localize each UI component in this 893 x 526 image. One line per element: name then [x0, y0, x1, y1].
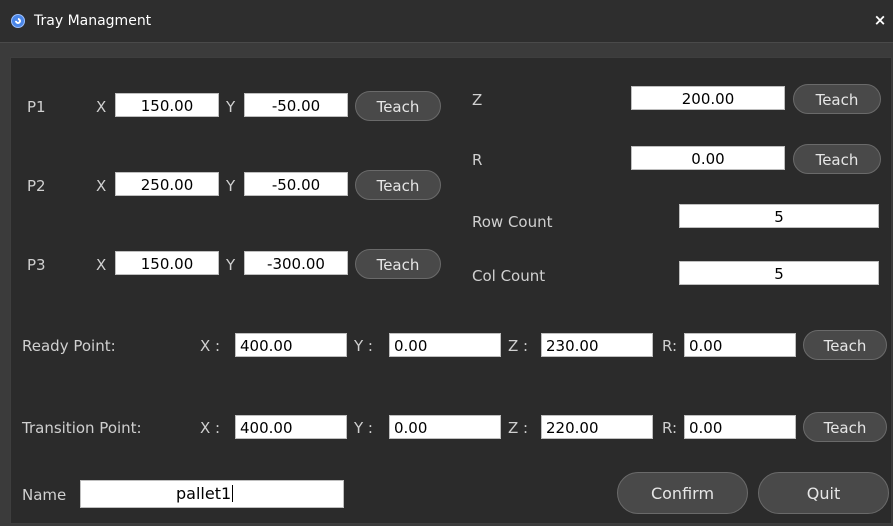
p3-label: P3	[27, 256, 46, 274]
ready-x-label: X :	[200, 337, 221, 355]
col-count-field[interactable]: 5	[679, 261, 879, 285]
p1-teach-button[interactable]: Teach	[355, 91, 441, 121]
z-teach-button[interactable]: Teach	[793, 84, 881, 114]
tray-management-window: Tray Managment × P1 X 150.00 Y -50.00 Te…	[0, 0, 893, 526]
p3-y-field[interactable]: -300.00	[244, 251, 348, 275]
ready-point-label: Ready Point:	[22, 337, 116, 355]
p3-x-field[interactable]: 150.00	[115, 251, 219, 275]
ready-r-field[interactable]: 0.00	[684, 333, 796, 357]
ready-r-label: R:	[662, 337, 678, 355]
ready-point-teach-button[interactable]: Teach	[803, 330, 887, 360]
window-title: Tray Managment	[34, 13, 152, 29]
title-bar[interactable]: Tray Managment ×	[0, 0, 893, 43]
z-label: Z	[472, 91, 483, 109]
transition-z-field[interactable]: 220.00	[541, 415, 653, 439]
p2-x-field[interactable]: 250.00	[115, 172, 219, 196]
transition-y-label: Y :	[354, 419, 373, 437]
name-value: pallet1	[176, 484, 232, 503]
p3-y-label: Y	[226, 256, 236, 274]
p1-x-label: X	[96, 98, 107, 116]
p2-y-label: Y	[226, 177, 236, 195]
ready-z-field[interactable]: 230.00	[541, 333, 653, 357]
p3-x-label: X	[96, 256, 107, 274]
p1-y-label: Y	[226, 98, 236, 116]
ready-y-label: Y :	[354, 337, 373, 355]
transition-x-field[interactable]: 400.00	[235, 415, 347, 439]
row-count-label: Row Count	[472, 213, 553, 231]
p2-teach-button[interactable]: Teach	[355, 170, 441, 200]
p2-y-field[interactable]: -50.00	[244, 172, 348, 196]
z-field[interactable]: 200.00	[631, 86, 785, 110]
p1-label: P1	[27, 98, 46, 116]
app-logo-icon	[11, 14, 25, 28]
quit-button[interactable]: Quit	[758, 472, 889, 514]
row-count-field[interactable]: 5	[679, 204, 879, 228]
name-input[interactable]: pallet1	[80, 480, 344, 508]
p1-y-field[interactable]: -50.00	[244, 93, 348, 117]
name-label: Name	[22, 486, 67, 504]
col-count-label: Col Count	[472, 267, 546, 285]
confirm-button[interactable]: Confirm	[617, 472, 748, 514]
transition-point-teach-button[interactable]: Teach	[803, 412, 887, 442]
p3-teach-button[interactable]: Teach	[355, 249, 441, 279]
tray-settings-panel	[10, 57, 892, 524]
r-field[interactable]: 0.00	[631, 146, 785, 170]
p2-x-label: X	[96, 177, 107, 195]
p2-label: P2	[27, 177, 46, 195]
transition-point-label: Transition Point:	[22, 419, 142, 437]
ready-y-field[interactable]: 0.00	[389, 333, 501, 357]
ready-z-label: Z :	[508, 337, 529, 355]
transition-z-label: Z :	[508, 419, 529, 437]
ready-x-field[interactable]: 400.00	[235, 333, 347, 357]
transition-r-label: R:	[662, 419, 678, 437]
transition-x-label: X :	[200, 419, 221, 437]
transition-y-field[interactable]: 0.00	[389, 415, 501, 439]
r-label: R	[472, 151, 483, 169]
r-teach-button[interactable]: Teach	[793, 144, 881, 174]
p1-x-field[interactable]: 150.00	[115, 93, 219, 117]
transition-r-field[interactable]: 0.00	[684, 415, 796, 439]
close-icon[interactable]: ×	[871, 10, 889, 30]
text-cursor	[232, 485, 234, 502]
